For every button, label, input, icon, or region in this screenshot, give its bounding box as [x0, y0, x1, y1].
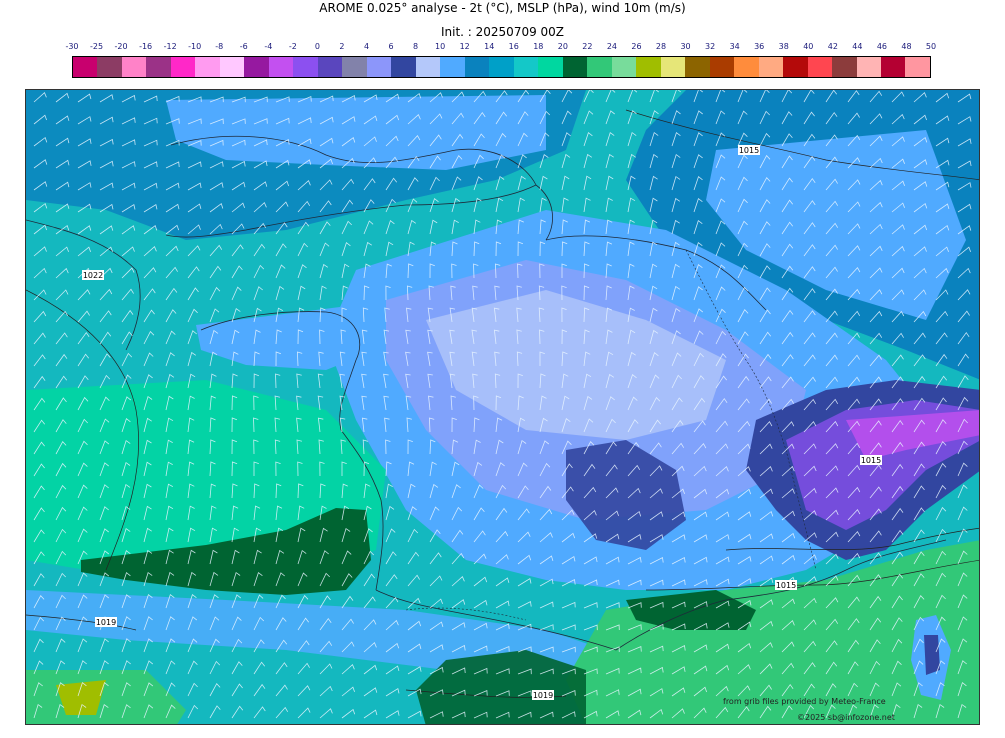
colorbar-cell: [121, 57, 147, 77]
colorbar-cell: [146, 57, 171, 77]
colorbar-cell: [513, 57, 539, 77]
colorbar-cell: [489, 57, 514, 77]
colorbar-cell: [758, 57, 784, 77]
colorbar-cell: [587, 57, 612, 77]
uk-mild-zone: [166, 95, 546, 170]
isobar-label-text: 1019: [96, 618, 116, 627]
colorbar-cell: [636, 57, 661, 77]
colorbar-cell: [170, 57, 196, 77]
colorbar-cell: [391, 57, 416, 77]
isobar-label: 1015: [860, 455, 882, 465]
colorbar-cell: [562, 57, 588, 77]
colorbar-tick: 50: [925, 42, 937, 51]
colorbar-cell: [660, 57, 686, 77]
isobar-label-text: 1022: [83, 271, 103, 280]
colorbar-cell: [856, 57, 881, 77]
colorbar-cell: [73, 57, 98, 77]
data-source-credit: from grib files provided by Meteo-France: [723, 697, 886, 706]
isobar-label-text: 1015: [861, 456, 881, 465]
isobar-label-text: 1019: [533, 691, 553, 700]
colorbar-cell: [538, 57, 563, 77]
colorbar-cell: [464, 57, 490, 77]
colorbar-cell: [709, 57, 735, 77]
colorbar-cell: [685, 57, 710, 77]
colorbar-cell: [783, 57, 808, 77]
colorbar-cell: [905, 57, 930, 77]
colorbar-cell: [244, 57, 269, 77]
isobar-label: 1015: [738, 145, 760, 155]
init-time: Init. : 20250709 00Z: [440, 25, 565, 39]
isobar-label: 1022: [82, 270, 104, 280]
colorbar-cell: [342, 57, 367, 77]
colorbar-cell: [880, 57, 906, 77]
isobar-label-text: 1015: [739, 146, 759, 155]
colorbar-cell: [366, 57, 392, 77]
colorbar-cell: [611, 57, 637, 77]
colorbar-tick-labels: -30 -25 -20 -16 -12 -10 -8 -6 -4 -2 0 2 4 6 8 10 12 14 16 1…: [60, 41, 944, 53]
copyright-credit: ©2025 sb@infozone.net: [797, 713, 895, 722]
colorbar-cell: [807, 57, 833, 77]
colorbar-cell: [293, 57, 318, 77]
chart-title: AROME 0.025° analyse - 2t (°C), MSLP (hP…: [319, 1, 686, 15]
colorbar-cell: [317, 57, 343, 77]
colorbar-cell: [219, 57, 245, 77]
map-canvas: 1015 1022 1015 1015 1019 1019: [26, 90, 979, 724]
colorbar-cell: [195, 57, 220, 77]
forecast-map[interactable]: 1015 1022 1015 1015 1019 1019: [25, 89, 980, 725]
colorbar-cell: [268, 57, 294, 77]
isobar-label: 1019: [95, 617, 117, 627]
temperature-colorbar: [72, 56, 931, 78]
isobar-label: 1015: [775, 580, 797, 590]
colorbar-cell: [440, 57, 465, 77]
colorbar-cell: [832, 57, 857, 77]
colorbar-cell: [97, 57, 122, 77]
colorbar-cell: [734, 57, 759, 77]
colorbar-cell: [415, 57, 441, 77]
isobar-label: 1019: [532, 690, 554, 700]
isobar-label-text: 1015: [776, 581, 796, 590]
